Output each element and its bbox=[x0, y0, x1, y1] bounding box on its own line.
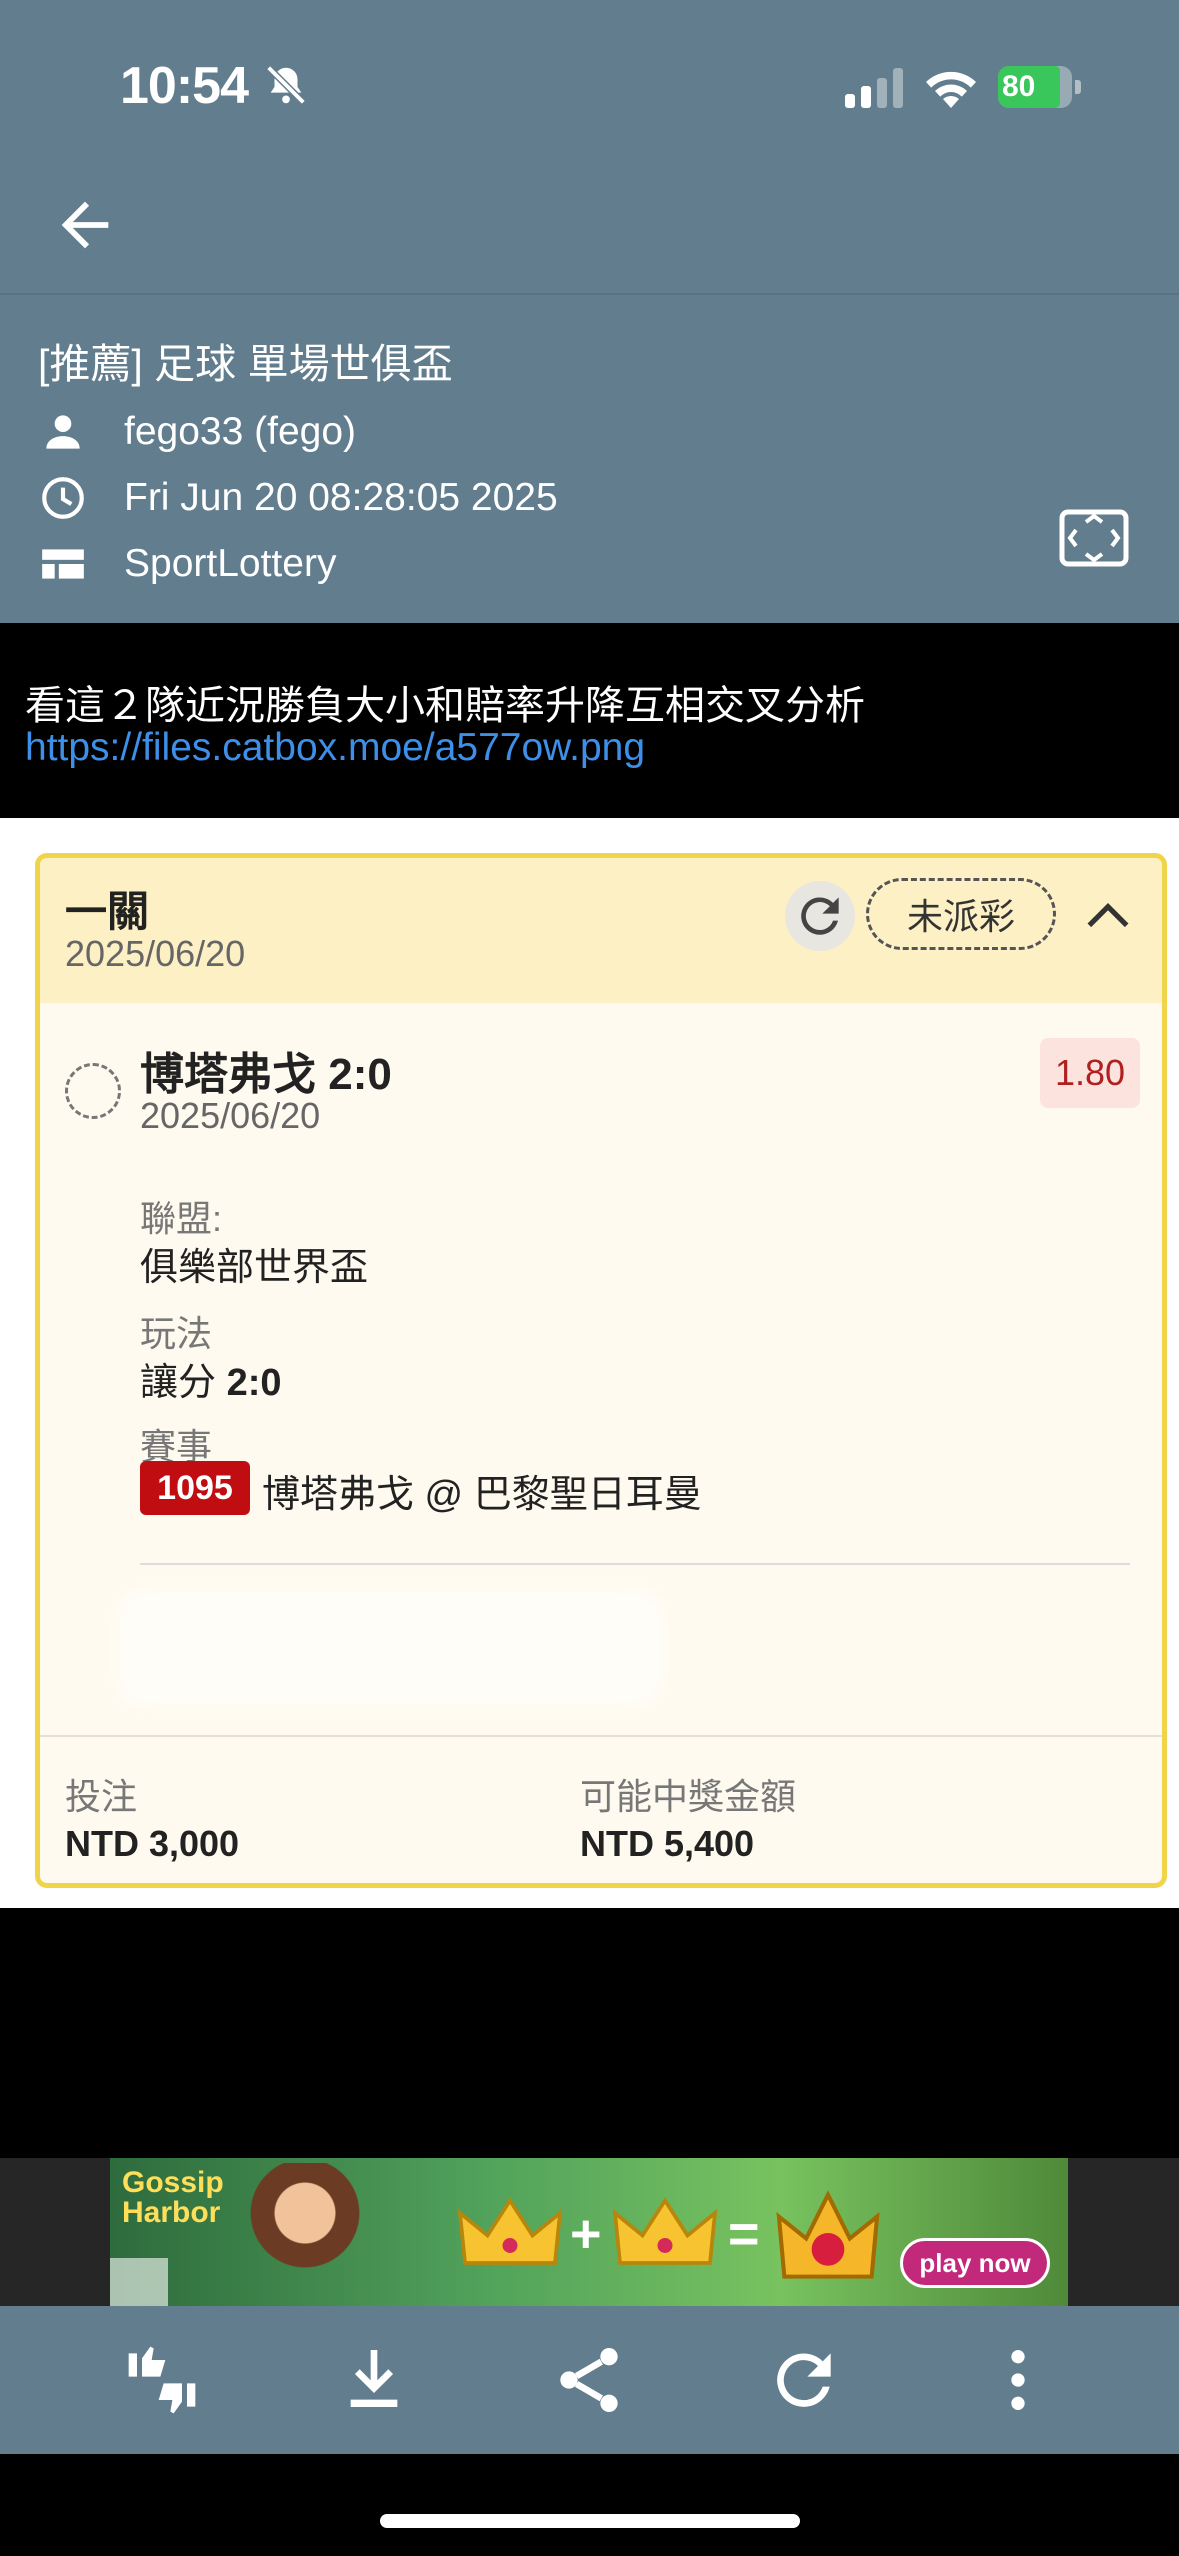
signal-icon bbox=[845, 68, 903, 108]
arrow-left-icon[interactable] bbox=[50, 190, 120, 260]
battery-level: 80 bbox=[1002, 70, 1036, 103]
post-title: [推薦] 足球 單場世俱盃 bbox=[38, 341, 453, 387]
bet-ticket: 一關 2025/06/20 未派彩 博塔弗戈 2:0 2025/06/20 1.… bbox=[35, 853, 1167, 1888]
match-number-badge: 1095 bbox=[140, 1461, 250, 1515]
stake-label: 投注 bbox=[65, 1776, 138, 1817]
ad-plus: + bbox=[570, 2204, 602, 2264]
ticket-image[interactable]: 一關 2025/06/20 未派彩 博塔弗戈 2:0 2025/06/20 1.… bbox=[0, 818, 1179, 1908]
play-type: 讓分 bbox=[140, 1362, 227, 1404]
home-indicator-area bbox=[0, 2454, 1179, 2556]
selection-radio bbox=[65, 1063, 121, 1119]
ad-play-now-button[interactable]: play now bbox=[900, 2238, 1050, 2288]
ticket-status-badge: 未派彩 bbox=[866, 878, 1056, 950]
app-header: 10:54 80 bbox=[0, 0, 1179, 293]
download-icon[interactable] bbox=[334, 2340, 414, 2420]
bell-off-icon bbox=[266, 65, 306, 105]
board-icon bbox=[42, 549, 84, 579]
battery-charging-icon: 80 bbox=[998, 66, 1082, 108]
thumbs-up-down-icon[interactable] bbox=[122, 2340, 202, 2420]
ticket-inner-divider bbox=[140, 1563, 1130, 1565]
post-board[interactable]: SportLottery bbox=[124, 542, 336, 586]
refresh-icon bbox=[801, 897, 839, 935]
odds-badge: 1.80 bbox=[1040, 1038, 1140, 1108]
ticket-header: 一關 2025/06/20 未派彩 bbox=[40, 858, 1162, 1003]
date-row: Fri Jun 20 08:28:05 2025 bbox=[38, 473, 558, 523]
payout-value: NTD 5,400 bbox=[580, 1823, 755, 1864]
play-value: 讓分 2:0 bbox=[140, 1351, 281, 1406]
league-label: 聯盟: bbox=[140, 1198, 223, 1239]
board-row: SportLottery bbox=[38, 539, 336, 589]
selection-title: 博塔弗戈 2:0 bbox=[140, 1050, 392, 1099]
ad-banner[interactable]: Gossip Harbor + = play now bbox=[110, 2158, 1068, 2306]
ticket-type: 一關 bbox=[65, 888, 150, 935]
league-value: 俱樂部世界盃 bbox=[140, 1247, 369, 1289]
post-body: 看這２隊近況勝負大小和賠率升降互相交叉分析 https://files.catb… bbox=[0, 623, 1179, 818]
refresh-icon[interactable] bbox=[764, 2340, 844, 2420]
post-datetime: Fri Jun 20 08:28:05 2025 bbox=[124, 476, 558, 519]
fullscreen-icon[interactable] bbox=[1058, 508, 1130, 568]
redacted-area bbox=[115, 1588, 665, 1708]
chevron-up-icon bbox=[1087, 903, 1129, 928]
selection-date: 2025/06/20 bbox=[140, 1095, 321, 1136]
home-indicator[interactable] bbox=[380, 2514, 800, 2528]
ad-brand-logo: Gossip Harbor bbox=[122, 2166, 224, 2229]
post-meta: [推薦] 足球 單場世俱盃 fego33 (fego) Fri Jun 20 0… bbox=[0, 295, 1179, 623]
jeweled-crown-icon bbox=[776, 2190, 880, 2279]
wifi-icon bbox=[926, 71, 976, 108]
ad-equals: = bbox=[728, 2204, 760, 2264]
ticket-footer-divider bbox=[40, 1735, 1162, 1737]
match-name: 博塔弗戈 @ 巴黎聖日耳曼 bbox=[262, 1474, 702, 1516]
stake-value: NTD 3,000 bbox=[65, 1823, 240, 1864]
more-vertical-icon[interactable] bbox=[978, 2340, 1058, 2420]
play-label: 玩法 bbox=[140, 1313, 213, 1354]
ticket-date: 2025/06/20 bbox=[65, 933, 246, 974]
clock-icon bbox=[42, 477, 84, 519]
crown-icon bbox=[612, 2197, 718, 2265]
post-author[interactable]: fego33 (fego) bbox=[124, 410, 356, 454]
payout-label: 可能中獎金額 bbox=[580, 1776, 797, 1817]
crown-icon bbox=[457, 2197, 563, 2265]
ticket-refresh-button bbox=[785, 881, 855, 951]
image-link[interactable]: https://files.catbox.moe/a577ow.png bbox=[25, 726, 645, 770]
adchoices-icon[interactable] bbox=[110, 2258, 168, 2306]
status-time: 10:54 bbox=[120, 57, 249, 115]
person-icon bbox=[46, 415, 80, 449]
author-row: fego33 (fego) bbox=[38, 407, 356, 457]
share-icon[interactable] bbox=[549, 2340, 629, 2420]
post-body-text: 看這２隊近況勝負大小和賠率升降互相交叉分析 bbox=[25, 684, 865, 728]
ad-character-image bbox=[230, 2163, 380, 2306]
bottom-toolbar bbox=[0, 2306, 1179, 2454]
play-handicap: 2:0 bbox=[226, 1362, 282, 1404]
